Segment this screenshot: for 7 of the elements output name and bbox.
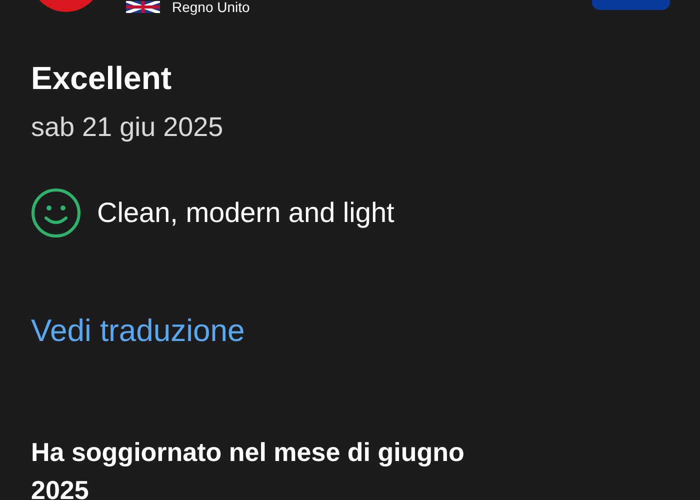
review-title: Excellent	[31, 59, 173, 98]
stay-info: Ha soggiornato nel mese di giugno 2025	[31, 436, 466, 500]
country-label: Regno Unito	[172, 0, 250, 14]
flag-icon	[126, 1, 160, 13]
translate-link[interactable]: Vedi traduzione	[31, 313, 245, 348]
review-date: sab 21 giu 2025	[31, 111, 224, 144]
review-text: Clean, modern and light	[97, 196, 394, 230]
